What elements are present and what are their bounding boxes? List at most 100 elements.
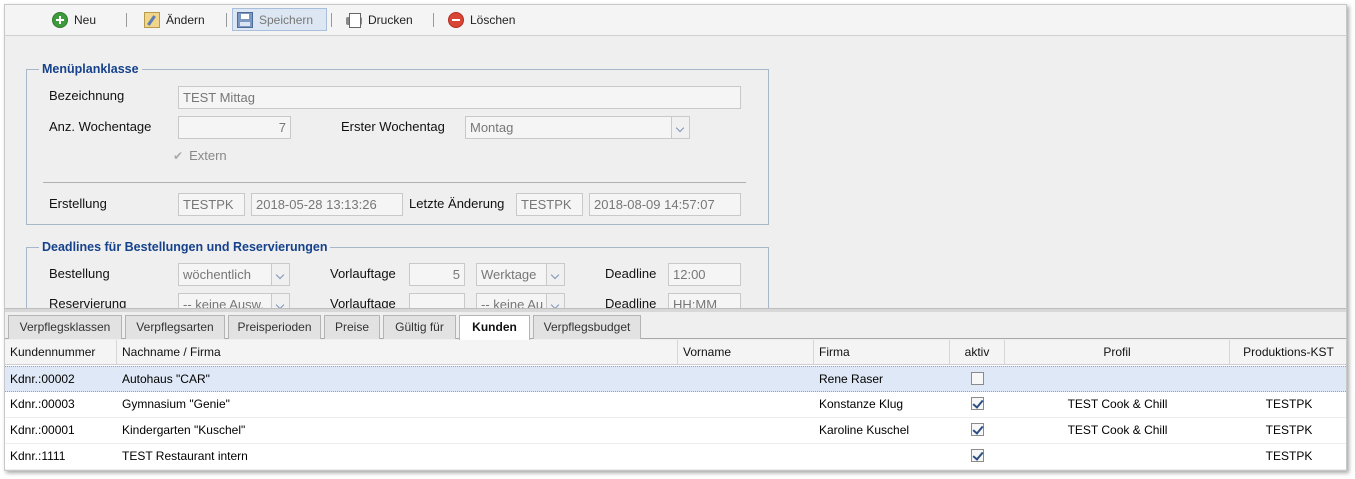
cell-kundennummer: Kdnr.:00002 <box>10 372 75 386</box>
aenderung-user-field[interactable]: TESTPK <box>516 193 583 216</box>
vorlauf-unit-value: -- keine Au <box>481 297 544 308</box>
column-header-kundennummer[interactable]: Kundennummer <box>5 340 117 364</box>
deadline-time-field[interactable]: HH:MM <box>668 293 741 308</box>
column-header-firma[interactable]: Firma <box>814 340 950 364</box>
column-header-profil[interactable]: Profil <box>1005 340 1230 364</box>
cell-nachname: Gymnasium "Genie" <box>122 397 230 411</box>
cell-kst: TESTPK <box>1265 423 1313 437</box>
bezeichnung-label: Bezeichnung <box>49 88 125 103</box>
print-button[interactable]: Drucken <box>341 8 418 31</box>
bezeichnung-field[interactable]: TEST Mittag <box>178 86 741 109</box>
tab-verpflegsbudget[interactable]: Verpflegsbudget <box>533 315 641 339</box>
cell-aktiv <box>950 444 1005 469</box>
grid-header: Kundennummer Nachname / Firma Vorname Fi… <box>5 340 1346 365</box>
table-row[interactable]: Kdnr.:00002 Autohaus "CAR" Rene Raser <box>5 366 1346 392</box>
chevron-down-icon[interactable] <box>546 264 564 285</box>
cell-profil <box>1005 444 1230 469</box>
chevron-down-icon[interactable] <box>271 294 289 308</box>
tab-preisperioden[interactable]: Preisperioden <box>228 315 321 339</box>
erster-wochentag-select[interactable]: Montag <box>465 116 690 139</box>
edit-button[interactable]: Ändern <box>139 8 210 31</box>
erster-wochentag-value: Montag <box>470 120 514 135</box>
erstellung-date-field[interactable]: 2018-05-28 13:13:26 <box>251 193 403 216</box>
cell-vorname <box>678 367 814 391</box>
tab-gueltig-fuer[interactable]: Gültig für <box>383 315 456 339</box>
delete-button[interactable]: Löschen <box>443 8 520 31</box>
cell-nachname: TEST Restaurant intern <box>122 449 248 463</box>
delete-button-label: Löschen <box>470 12 516 27</box>
column-header-vorname[interactable]: Vorname <box>678 340 814 364</box>
aktiv-checkbox[interactable] <box>971 449 984 463</box>
tab-verpflegsarten[interactable]: Verpflegsarten <box>125 315 225 339</box>
column-header-aktiv[interactable]: aktiv <box>950 340 1005 364</box>
chevron-down-icon[interactable] <box>546 294 564 308</box>
tab-preise[interactable]: Preise <box>324 315 380 339</box>
cell-aktiv <box>950 418 1005 443</box>
cell-nachname: Autohaus "CAR" <box>122 372 210 386</box>
column-header-nachname[interactable]: Nachname / Firma <box>117 340 678 364</box>
toolbar-separator <box>433 13 434 27</box>
cell-profil <box>1005 367 1230 391</box>
printer-icon <box>346 12 362 28</box>
column-header-kst[interactable]: Produktions-KST <box>1230 340 1346 364</box>
vorlauftage-field[interactable] <box>409 293 465 308</box>
wochentage-label: Anz. Wochentage <box>49 119 152 134</box>
erstellung-label: Erstellung <box>49 196 107 211</box>
checkmark-icon: ✔ <box>173 148 184 163</box>
aktiv-checkbox[interactable] <box>971 423 984 437</box>
cell-firma <box>814 444 950 469</box>
cell-firma: Konstanze Klug <box>819 397 904 411</box>
menuplan-fieldset: Menüplanklasse Bezeichnung TEST Mittag A… <box>26 62 769 225</box>
vorlauf-unit-select[interactable]: -- keine Au <box>476 293 565 308</box>
delete-icon <box>448 11 464 28</box>
reservierung-label: Reservierung <box>49 296 127 308</box>
cell-aktiv <box>950 367 1005 391</box>
aktiv-checkbox[interactable] <box>971 397 984 411</box>
tab-kunden[interactable]: Kunden <box>459 315 530 340</box>
aktiv-checkbox[interactable] <box>971 372 984 386</box>
vorlauftage-field[interactable]: 5 <box>409 263 465 286</box>
deadlines-legend: Deadlines für Bestellungen und Reservier… <box>39 240 331 254</box>
cell-profil: TEST Cook & Chill <box>1067 423 1168 437</box>
cell-vorname <box>678 444 814 469</box>
divider <box>43 182 746 183</box>
deadline-time-field[interactable]: 12:00 <box>668 263 741 286</box>
aenderung-date-field[interactable]: 2018-08-09 14:57:07 <box>589 193 741 216</box>
tab-verpflegsklassen[interactable]: Verpflegsklassen <box>8 315 122 339</box>
cell-firma: Karoline Kuschel <box>819 423 910 437</box>
save-button-label: Speichern <box>259 12 314 27</box>
erster-wochentag-label: Erster Wochentag <box>341 119 445 134</box>
erstellung-user-field[interactable]: TESTPK <box>178 193 245 216</box>
save-button[interactable]: Speichern <box>232 8 327 31</box>
table-row[interactable]: Kdnr.:00001 Kindergarten "Kuschel" Karol… <box>5 418 1346 444</box>
letzte-aenderung-label: Letzte Änderung <box>409 196 505 211</box>
bestellung-interval-value: wöchentlich <box>183 267 251 282</box>
form-area: Menüplanklasse Bezeichnung TEST Mittag A… <box>5 37 1346 308</box>
extern-label: Extern <box>189 148 227 163</box>
vorlauftage-label: Vorlauftage <box>330 296 396 308</box>
vorlauf-unit-select[interactable]: Werktage <box>476 263 565 286</box>
deadline-label: Deadline <box>605 296 657 308</box>
chevron-down-icon[interactable] <box>271 264 289 285</box>
table-row[interactable]: Kdnr.:1111 TEST Restaurant intern TESTPK <box>5 444 1346 470</box>
bestellung-interval-select[interactable]: wöchentlich <box>178 263 290 286</box>
table-row[interactable]: Kdnr.:00003 Gymnasium "Genie" Konstanze … <box>5 392 1346 418</box>
cell-vorname <box>678 418 814 443</box>
reservierung-interval-select[interactable]: -- keine Ausw. <box>178 293 290 308</box>
edit-button-label: Ändern <box>166 12 205 27</box>
bestellung-label: Bestellung <box>49 266 110 281</box>
cell-kst: TESTPK <box>1265 449 1313 463</box>
cell-nachname: Kindergarten "Kuschel" <box>122 423 246 437</box>
print-button-label: Drucken <box>368 12 413 27</box>
cell-vorname <box>678 392 814 417</box>
new-button[interactable]: Neu <box>47 8 101 31</box>
deadlines-fieldset: Deadlines für Bestellungen und Reservier… <box>26 240 769 308</box>
cell-kundennummer: Kdnr.:00003 <box>10 397 75 411</box>
save-icon <box>237 11 253 28</box>
reservierung-interval-value: -- keine Ausw. <box>183 297 264 308</box>
extern-checkbox[interactable]: ✔ Extern <box>173 148 227 163</box>
chevron-down-icon[interactable] <box>671 117 689 138</box>
wochentage-field[interactable]: 7 <box>178 116 291 139</box>
cell-firma: Rene Raser <box>819 372 884 386</box>
application-window: Neu Ändern Speichern Drucken Löschen Men… <box>4 4 1347 471</box>
